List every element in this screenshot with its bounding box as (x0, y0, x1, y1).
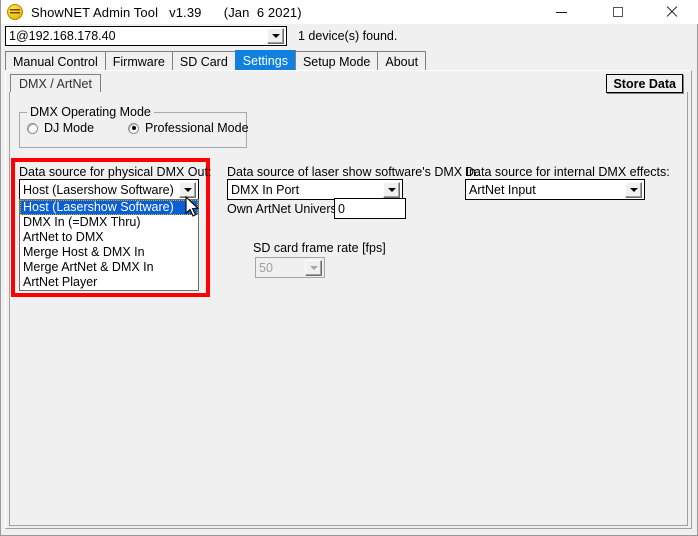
tab-manual-control[interactable]: Manual Control (5, 51, 106, 71)
internal-dmx-effects-combobox[interactable]: ArtNet Input (465, 179, 645, 200)
software-dmx-in-combobox[interactable]: DMX In Port (227, 179, 403, 200)
title-bar: ShowNET Admin Tool v1.39 (Jan 6 2021) (1, 0, 698, 24)
device-address-chevron-down-icon[interactable] (267, 28, 284, 44)
minimize-icon (555, 11, 567, 13)
device-status-text: 1 device(s) found. (298, 29, 398, 43)
window-title: ShowNET Admin Tool v1.39 (Jan 6 2021) (31, 4, 302, 20)
dropdown-item-merge-host-and-dmx-in[interactable]: Merge Host & DMX In (20, 245, 198, 260)
software-dmx-in-value: DMX In Port (231, 182, 300, 197)
main-tab-strip: Manual Control Firmware SD Card Settings… (5, 50, 427, 71)
radio-dj-mode-icon (27, 122, 38, 134)
tab-firmware[interactable]: Firmware (104, 51, 173, 71)
artnet-universe-value: 0 (338, 201, 345, 216)
physical-dmx-out-dropdown-list[interactable]: Host (Lasershow Software) DMX In (=DMX T… (19, 199, 199, 291)
radio-dj-mode-label: DJ Mode (44, 121, 95, 135)
sd-frame-rate-label: SD card frame rate [fps] (253, 241, 386, 255)
radio-professional-mode-icon (128, 122, 139, 134)
dropdown-item-host-lasershow-software[interactable]: Host (Lasershow Software) (20, 200, 198, 215)
software-dmx-in-chevron-down-icon[interactable] (383, 181, 400, 198)
dmx-operating-mode-legend: DMX Operating Mode (27, 105, 154, 119)
tab-settings[interactable]: Settings (234, 50, 296, 71)
application-window: ShowNET Admin Tool v1.39 (Jan 6 2021) 1@… (0, 0, 698, 536)
physical-dmx-out-label: Data source for physical DMX Out: (19, 165, 212, 179)
physical-dmx-out-combobox[interactable]: Host (Lasershow Software) (19, 179, 199, 200)
physical-dmx-out-chevron-down-icon[interactable] (179, 181, 196, 198)
device-address-combobox[interactable]: 1@192.168.178.40 (5, 26, 287, 46)
internal-dmx-effects-value: ArtNet Input (469, 182, 536, 197)
minimize-button[interactable] (538, 0, 584, 24)
radio-dj-mode[interactable]: DJ Mode (27, 121, 94, 135)
sub-tab-strip: DMX / ArtNet (10, 73, 101, 93)
dropdown-item-artnet-player[interactable]: ArtNet Player (20, 275, 198, 290)
tab-setup-mode[interactable]: Setup Mode (294, 51, 379, 71)
artnet-universe-label: Own ArtNet Universe (227, 202, 344, 216)
shownet-logo-icon (7, 4, 23, 20)
close-button[interactable] (648, 0, 694, 24)
physical-dmx-out-value: Host (Lasershow Software) (23, 182, 174, 197)
sd-frame-rate-chevron-down-icon (305, 259, 322, 276)
internal-dmx-effects-chevron-down-icon[interactable] (625, 181, 642, 198)
maximize-icon (613, 7, 623, 17)
sd-frame-rate-value: 50 (259, 260, 273, 275)
tab-about[interactable]: About (377, 51, 427, 71)
dropdown-item-artnet-to-dmx[interactable]: ArtNet to DMX (20, 230, 198, 245)
device-address-value: 1@192.168.178.40 (9, 29, 116, 43)
radio-professional-mode-label: Professional Mode (145, 121, 249, 135)
tab-sd-card[interactable]: SD Card (171, 51, 236, 71)
internal-dmx-effects-label: Data source for internal DMX effects: (465, 165, 670, 179)
store-data-button[interactable]: Store Data (606, 74, 683, 93)
close-icon (665, 6, 677, 18)
artnet-universe-input[interactable]: 0 (334, 198, 406, 219)
radio-professional-mode[interactable]: Professional Mode (128, 121, 249, 135)
dropdown-item-merge-artnet-and-dmx-in[interactable]: Merge ArtNet & DMX In (20, 260, 198, 275)
subtab-dmx-artnet[interactable]: DMX / ArtNet (10, 74, 101, 93)
maximize-button[interactable] (595, 0, 641, 24)
sd-frame-rate-combobox: 50 (255, 257, 325, 278)
software-dmx-in-label: Data source of laser show software's DMX… (227, 165, 480, 179)
dropdown-item-dmx-in-thru[interactable]: DMX In (=DMX Thru) (20, 215, 198, 230)
device-address-row: 1@192.168.178.40 1 device(s) found. (1, 24, 698, 48)
